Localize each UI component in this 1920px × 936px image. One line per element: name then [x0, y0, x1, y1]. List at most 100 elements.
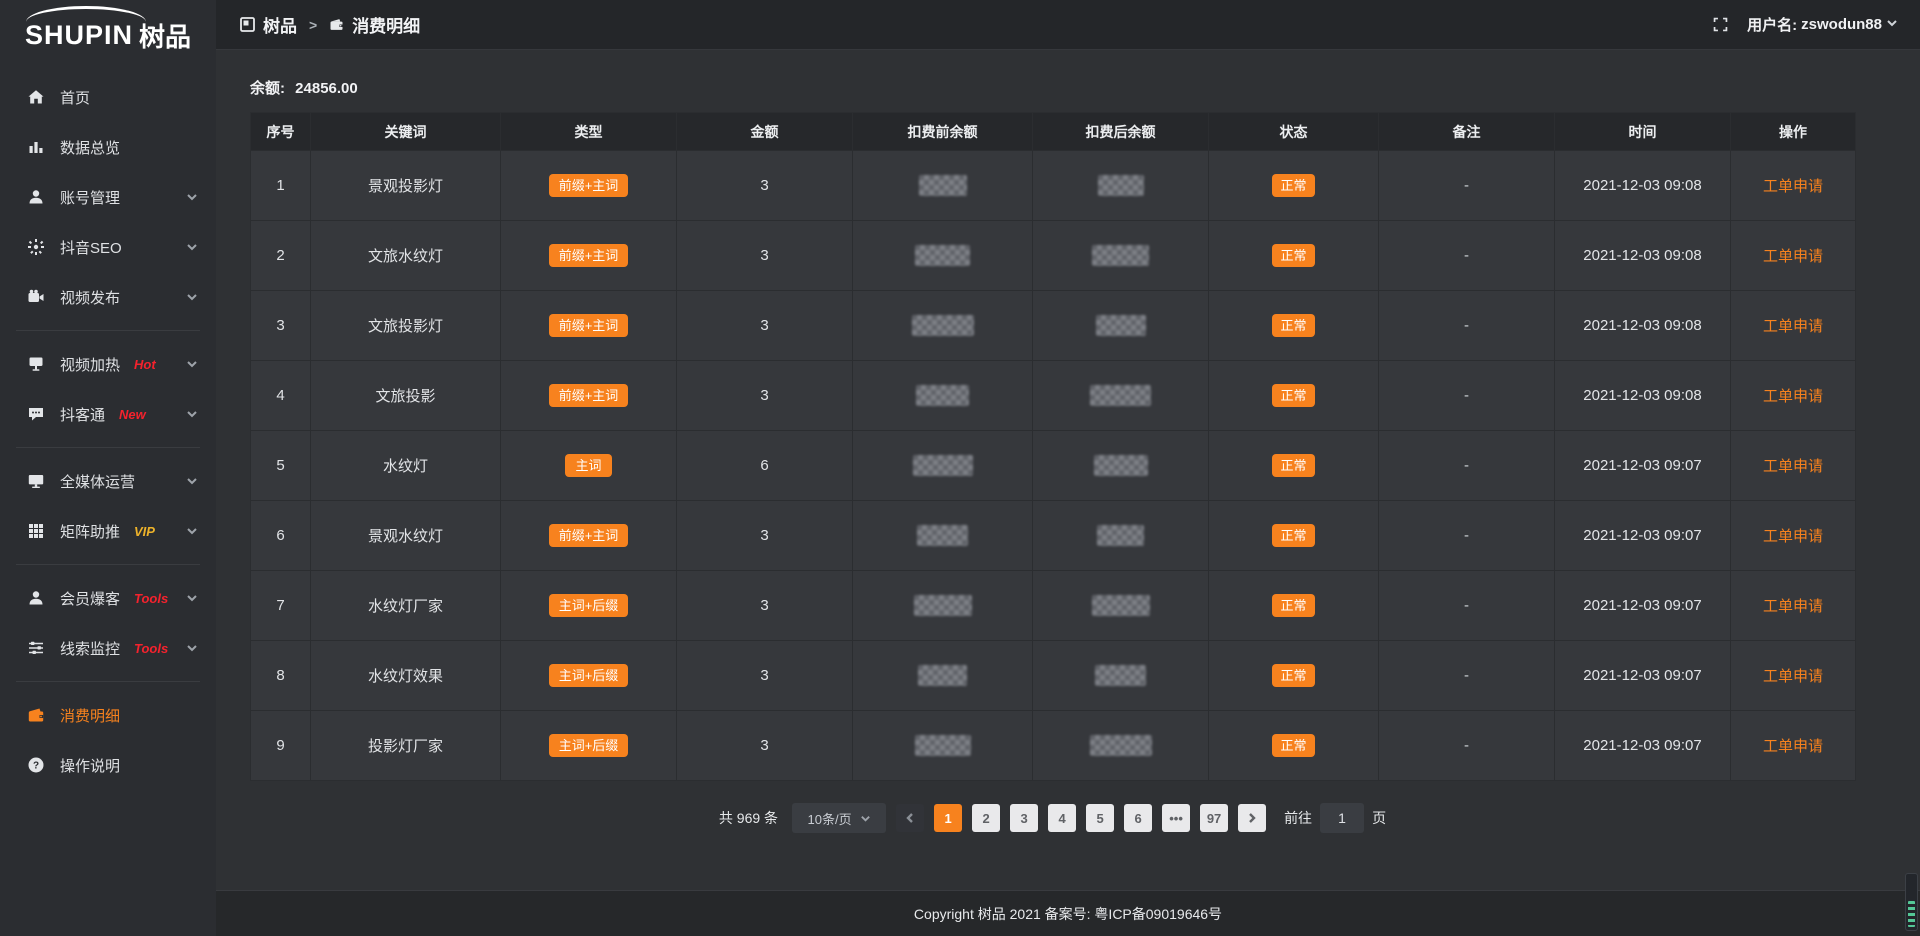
consume-table: 序号关键词类型金额扣费前余额扣费后余额状态备注时间操作 1景观投影灯前缀+主词3… — [250, 112, 1856, 781]
table-row: 5水纹灯主词6正常-2021-12-03 09:07工单申请 — [251, 431, 1856, 501]
page-ellipsis-button[interactable]: ••• — [1162, 804, 1190, 832]
gear-icon — [26, 237, 46, 257]
extension-widget[interactable] — [1905, 873, 1918, 931]
cell-type: 前缀+主词 — [501, 501, 677, 571]
sidebar-item-clue-monitor[interactable]: 线索监控Tools — [0, 623, 216, 673]
sidebar-item-label: 消费明细 — [60, 705, 120, 726]
sidebar-item-operation-guide[interactable]: ?操作说明 — [0, 740, 216, 790]
breadcrumb: 树品 > 消费明细 — [240, 12, 420, 37]
chat-icon — [26, 404, 46, 424]
cell-remark: - — [1379, 571, 1555, 641]
page-buttons: 123456 ••• 97 — [934, 804, 1228, 832]
cell-action: 工单申请 — [1731, 431, 1856, 501]
cell-action: 工单申请 — [1731, 151, 1856, 221]
user-menu[interactable]: 用户名: zswodun88 — [1747, 14, 1898, 35]
page-button-3[interactable]: 3 — [1010, 804, 1038, 832]
column-header: 时间 — [1555, 113, 1731, 151]
goto-page-input[interactable] — [1320, 803, 1364, 833]
page-button-2[interactable]: 2 — [972, 804, 1000, 832]
logo-arc — [26, 6, 146, 22]
cell-balance-before — [853, 431, 1033, 501]
cell-balance-before — [853, 361, 1033, 431]
work-order-link[interactable]: 工单申请 — [1763, 738, 1823, 755]
work-order-link[interactable]: 工单申请 — [1763, 248, 1823, 265]
sidebar-item-douketong[interactable]: 抖客通New — [0, 389, 216, 439]
sidebar-item-media-operation[interactable]: 全媒体运营 — [0, 456, 216, 506]
breadcrumb-item-home[interactable]: 树品 — [263, 12, 297, 37]
sidebar-item-member-baoke[interactable]: 会员爆客Tools — [0, 573, 216, 623]
next-page-button[interactable] — [1238, 804, 1266, 832]
cell-amount: 3 — [677, 501, 853, 571]
work-order-link[interactable]: 工单申请 — [1763, 668, 1823, 685]
cell-action: 工单申请 — [1731, 641, 1856, 711]
sidebar-item-account-manage[interactable]: 账号管理 — [0, 172, 216, 222]
home-icon — [26, 87, 46, 107]
cell-balance-after — [1033, 571, 1209, 641]
cell-amount: 6 — [677, 431, 853, 501]
cell-action: 工单申请 — [1731, 571, 1856, 641]
work-order-link[interactable]: 工单申请 — [1763, 598, 1823, 615]
cell-type: 前缀+主词 — [501, 361, 677, 431]
redacted-value — [919, 175, 967, 196]
screen-icon — [26, 354, 46, 374]
work-order-link[interactable]: 工单申请 — [1763, 178, 1823, 195]
fullscreen-icon[interactable] — [1712, 16, 1729, 33]
page-button-97[interactable]: 97 — [1200, 804, 1228, 832]
column-header: 扣费后余额 — [1033, 113, 1209, 151]
sidebar-item-label: 抖音SEO — [60, 237, 122, 258]
column-header: 备注 — [1379, 113, 1555, 151]
page-button-6[interactable]: 6 — [1124, 804, 1152, 832]
sidebar-item-home[interactable]: 首页 — [0, 72, 216, 122]
cell-balance-after — [1033, 431, 1209, 501]
cell-type: 主词 — [501, 431, 677, 501]
work-order-link[interactable]: 工单申请 — [1763, 318, 1823, 335]
sidebar-item-data-overview[interactable]: 数据总览 — [0, 122, 216, 172]
cell-time: 2021-12-03 09:07 — [1555, 431, 1731, 501]
sidebar: SHUPIN 树品 首页数据总览账号管理抖音SEO视频发布视频加热Hot抖客通N… — [0, 0, 216, 936]
redacted-value — [1090, 385, 1151, 406]
page-button-4[interactable]: 4 — [1048, 804, 1076, 832]
column-header: 金额 — [677, 113, 853, 151]
table-row: 1景观投影灯前缀+主词3正常-2021-12-03 09:08工单申请 — [251, 151, 1856, 221]
redacted-value — [915, 245, 970, 266]
username-value: zswodun88 — [1801, 16, 1882, 33]
cell-amount: 3 — [677, 151, 853, 221]
prev-page-button[interactable] — [896, 804, 924, 832]
cell-keyword: 投影灯厂家 — [311, 711, 501, 781]
cell-type: 前缀+主词 — [501, 221, 677, 291]
status-badge: 正常 — [1272, 384, 1314, 407]
cell-index: 1 — [251, 151, 311, 221]
cell-action: 工单申请 — [1731, 711, 1856, 781]
wallet-icon — [26, 705, 46, 725]
breadcrumb-separator: > — [305, 17, 321, 33]
sidebar-item-label: 线索监控 — [60, 638, 120, 659]
sidebar-item-matrix-boost[interactable]: 矩阵助推VIP — [0, 506, 216, 556]
balance-label: 余额: — [250, 80, 285, 97]
user-icon — [26, 187, 46, 207]
type-badge: 前缀+主词 — [549, 244, 629, 267]
redacted-value — [1092, 595, 1150, 616]
page-button-1[interactable]: 1 — [934, 804, 962, 832]
sidebar-item-douyin-seo[interactable]: 抖音SEO — [0, 222, 216, 272]
work-order-link[interactable]: 工单申请 — [1763, 528, 1823, 545]
sidebar-item-consume-detail[interactable]: 消费明细 — [0, 690, 216, 740]
redacted-value — [1092, 245, 1149, 266]
cell-time: 2021-12-03 09:07 — [1555, 571, 1731, 641]
work-order-link[interactable]: 工单申请 — [1763, 388, 1823, 405]
work-order-link[interactable]: 工单申请 — [1763, 458, 1823, 475]
chevron-down-icon — [186, 241, 198, 253]
sidebar-item-badge: Hot — [134, 357, 156, 372]
logo-text-cn: 树品 — [139, 17, 191, 54]
cell-index: 8 — [251, 641, 311, 711]
cell-status: 正常 — [1209, 571, 1379, 641]
page-size-select[interactable]: 10条/页 — [792, 803, 886, 833]
cell-status: 正常 — [1209, 291, 1379, 361]
sidebar-item-video-publish[interactable]: 视频发布 — [0, 272, 216, 322]
sidebar-item-label: 矩阵助推 — [60, 521, 120, 542]
page-button-5[interactable]: 5 — [1086, 804, 1114, 832]
cell-status: 正常 — [1209, 151, 1379, 221]
monitor-icon — [26, 471, 46, 491]
sidebar-item-label: 视频加热 — [60, 354, 120, 375]
sidebar-item-video-heat[interactable]: 视频加热 Hot — [0, 339, 216, 389]
cell-action: 工单申请 — [1731, 291, 1856, 361]
